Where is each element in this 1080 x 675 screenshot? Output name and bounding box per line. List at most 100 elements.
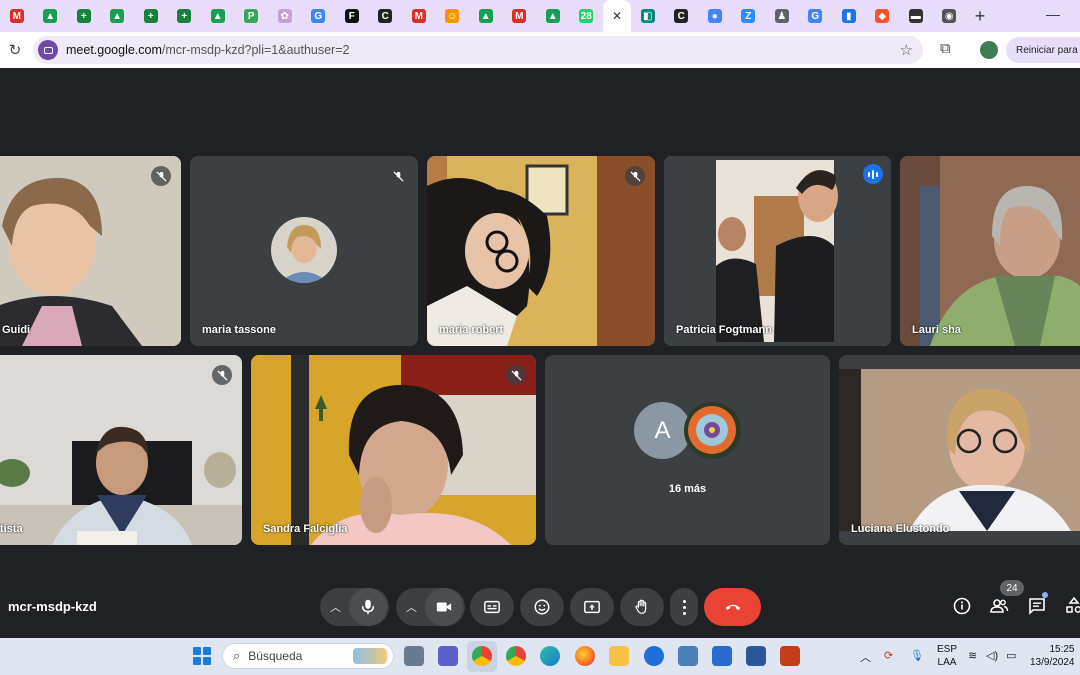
- present-button[interactable]: [570, 588, 614, 626]
- browser-tab[interactable]: +: [168, 0, 202, 32]
- participant-tile[interactable]: Sandra Falciglia: [251, 355, 536, 545]
- captions-button[interactable]: [470, 588, 514, 626]
- avatar-letter: A: [634, 402, 691, 459]
- tray-overflow-icon[interactable]: ︿: [860, 649, 871, 665]
- edge-icon[interactable]: [540, 646, 560, 666]
- powerpoint-icon[interactable]: [780, 646, 800, 666]
- extensions-icon[interactable]: ⧉: [940, 40, 951, 57]
- browser-tab[interactable]: ▲: [101, 0, 135, 32]
- browser-tab[interactable]: M: [0, 0, 34, 32]
- browser-tab[interactable]: ▮: [832, 0, 866, 32]
- participant-tile[interactable]: maria robert: [427, 156, 655, 346]
- close-tab-icon[interactable]: ✕: [612, 9, 622, 23]
- browser-tab[interactable]: ◉: [933, 0, 967, 32]
- browser-tab[interactable]: M: [402, 0, 436, 32]
- new-tab-button[interactable]: +: [966, 6, 994, 27]
- url-text[interactable]: meet.google.com/mcr-msdp-kzd?pli=1&authu…: [66, 43, 349, 57]
- browser-tab[interactable]: G: [799, 0, 833, 32]
- browser-tab[interactable]: ☺: [436, 0, 470, 32]
- participant-tile[interactable]: Luciana Elustondo: [839, 355, 1080, 545]
- tab-strip: M ▲ + ▲ + + ▲ P ✿ G F C M ☺ ▲ M ▲ 28 ✕ ◧ C ● Z ♟ G ▮ ◆ ▬ ◉ + —: [0, 0, 1080, 32]
- browser-tab[interactable]: P: [235, 0, 269, 32]
- system-clock[interactable]: 15:25 13/9/2024: [1030, 643, 1075, 669]
- browser-tab[interactable]: ◧: [631, 0, 665, 32]
- browser-tab[interactable]: F: [335, 0, 369, 32]
- mic-control: ︿: [320, 588, 389, 626]
- teams-icon[interactable]: [438, 646, 458, 666]
- browser-tab[interactable]: +: [134, 0, 168, 32]
- browser-tab[interactable]: ✿: [268, 0, 302, 32]
- profile-avatar[interactable]: [980, 41, 998, 59]
- browser-tab[interactable]: C: [369, 0, 403, 32]
- taskbar-search-placeholder: Búsqueda: [248, 649, 303, 663]
- activities-icon[interactable]: [1064, 596, 1080, 621]
- browser-tab[interactable]: ▲: [469, 0, 503, 32]
- meet-site-icon[interactable]: [38, 40, 58, 60]
- chrome-profile-icon[interactable]: [506, 646, 526, 666]
- browser-tab[interactable]: 28: [570, 0, 604, 32]
- microphone-button[interactable]: [348, 588, 387, 626]
- browser-tab[interactable]: +: [67, 0, 101, 32]
- camera-control: ︿: [396, 588, 465, 626]
- battery-icon[interactable]: ▭: [1006, 649, 1016, 662]
- avatar-letter-text: A: [654, 416, 671, 444]
- address-bar[interactable]: meet.google.com/mcr-msdp-kzd?pli=1&authu…: [33, 36, 923, 64]
- windows-start-icon[interactable]: [193, 647, 211, 665]
- file-explorer-icon[interactable]: [609, 646, 629, 666]
- task-view-icon[interactable]: [404, 646, 424, 666]
- restart-button[interactable]: Reiniciar para ac: [1006, 37, 1080, 63]
- more-participants-tile[interactable]: A 16 más: [545, 355, 830, 545]
- chat-icon[interactable]: [1027, 596, 1047, 621]
- participant-tile[interactable]: Guidi: [0, 156, 181, 346]
- chrome-icon: ◉: [942, 9, 957, 23]
- hang-up-icon: [725, 604, 740, 611]
- leave-call-button[interactable]: [704, 588, 761, 626]
- tab-active-meet[interactable]: ✕: [603, 0, 631, 32]
- browser-tab[interactable]: ●: [698, 0, 732, 32]
- camera-button[interactable]: [424, 588, 463, 626]
- people-icon[interactable]: [989, 596, 1009, 621]
- reactions-button[interactable]: [520, 588, 564, 626]
- app-icon: ●: [707, 9, 722, 23]
- meeting-info-icon[interactable]: [952, 596, 972, 621]
- browser-tab[interactable]: Z: [732, 0, 766, 32]
- defender-icon[interactable]: [712, 646, 732, 666]
- browser-tab[interactable]: G: [302, 0, 336, 32]
- participant-tile-active-speaker[interactable]: Patricia Fogtmann: [664, 156, 891, 346]
- remote-desktop-icon[interactable]: [678, 646, 698, 666]
- browser-tab[interactable]: C: [665, 0, 699, 32]
- chrome-icon[interactable]: [472, 646, 492, 666]
- browser-tab[interactable]: ◆: [866, 0, 900, 32]
- firefox-icon[interactable]: [575, 646, 595, 666]
- muted-mic-icon: [212, 365, 232, 385]
- mic-options-chevron-icon[interactable]: ︿: [323, 599, 349, 615]
- participant-tile[interactable]: tista: [0, 355, 242, 545]
- reload-icon[interactable]: ↻: [2, 41, 28, 59]
- browser-tab[interactable]: ♟: [765, 0, 799, 32]
- search-icon: ⌕: [233, 648, 241, 663]
- participant-tile[interactable]: maria tassone: [190, 156, 418, 346]
- volume-icon[interactable]: ◁): [986, 649, 998, 662]
- language-indicator[interactable]: ESP LAA: [937, 643, 957, 669]
- mail-icon[interactable]: [644, 646, 664, 666]
- more-count-label: 16 más: [668, 483, 707, 495]
- browser-tab[interactable]: M: [503, 0, 537, 32]
- browser-tab[interactable]: ▲: [201, 0, 235, 32]
- participant-tile[interactable]: Lauri sha: [900, 156, 1080, 346]
- clock-time: 15:25: [1049, 644, 1075, 655]
- taskbar-search[interactable]: ⌕ Búsqueda: [222, 643, 394, 669]
- raise-hand-button[interactable]: [620, 588, 664, 626]
- browser-tab[interactable]: ▬: [899, 0, 933, 32]
- bookmark-star-icon[interactable]: ☆: [900, 41, 913, 59]
- mic-tray-icon[interactable]: 🎙: [910, 649, 924, 662]
- present-screen-icon: [584, 600, 600, 614]
- sync-icon[interactable]: ⟳: [884, 649, 893, 662]
- browser-tab[interactable]: ▲: [536, 0, 570, 32]
- wifi-icon[interactable]: ≋: [968, 649, 977, 662]
- camera-options-chevron-icon[interactable]: ︿: [399, 599, 425, 615]
- browser-tab[interactable]: ▲: [34, 0, 68, 32]
- more-options-button[interactable]: [670, 588, 698, 626]
- minimize-window-icon[interactable]: —: [1046, 6, 1060, 22]
- word-icon[interactable]: [746, 646, 766, 666]
- camera-icon: [436, 602, 451, 612]
